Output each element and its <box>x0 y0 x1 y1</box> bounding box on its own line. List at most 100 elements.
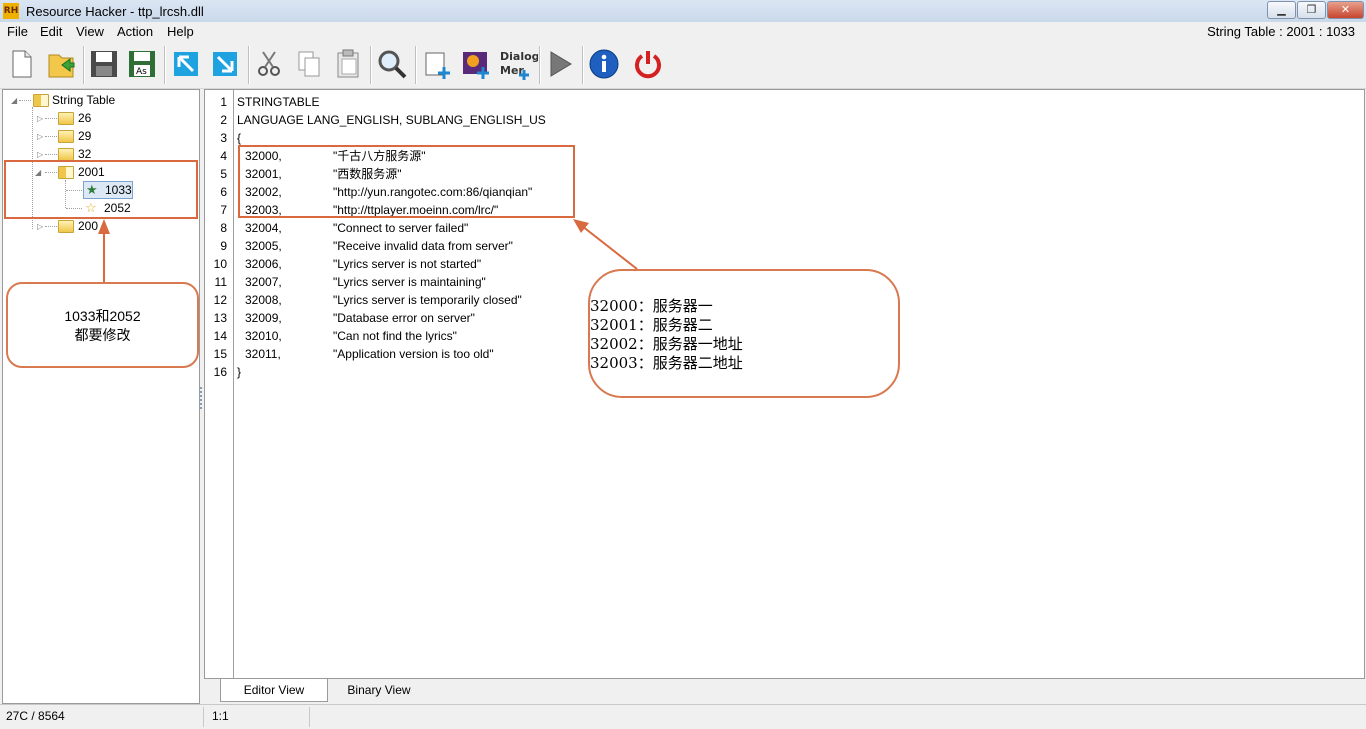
menu-edit[interactable]: Edit <box>40 24 62 39</box>
folder-open-icon <box>33 94 49 107</box>
new-button[interactable] <box>4 47 38 81</box>
line-number: 14 <box>213 329 227 343</box>
folder-icon <box>58 112 74 125</box>
line-number: 4 <box>220 149 227 163</box>
back-icon <box>174 52 198 76</box>
save-icon <box>91 51 117 77</box>
code-line: } <box>237 365 242 379</box>
string-value: "Connect to server failed" <box>333 221 469 235</box>
tree-item-26[interactable]: 26 <box>78 109 91 127</box>
callout-line: 都要修改 <box>74 327 131 343</box>
line-number: 6 <box>220 185 227 199</box>
line-number-gutter: 1 2 3 4 5 6 7 8 9 10 11 12 13 14 15 16 <box>205 90 234 678</box>
dialog-menu-button[interactable]: Dialog Mer <box>498 47 538 81</box>
line-number: 5 <box>220 167 227 181</box>
string-value: "Application version is too old" <box>333 347 494 361</box>
line-number: 15 <box>213 347 227 361</box>
power-icon <box>635 51 661 79</box>
info-button[interactable] <box>587 47 621 81</box>
callout-line: 32002：服务器一地址 <box>590 335 743 353</box>
expand-arrow-icon[interactable]: ▷ <box>37 132 43 141</box>
string-id: 32011, <box>245 347 281 361</box>
paste-icon <box>337 49 359 78</box>
info-icon <box>589 49 619 79</box>
save-as-button[interactable]: As <box>125 47 159 81</box>
find-button[interactable] <box>375 47 409 81</box>
expand-arrow-icon[interactable]: ▷ <box>37 222 43 231</box>
menu-view[interactable]: View <box>76 24 104 39</box>
callout-line: 32000：服务器一 <box>590 297 713 315</box>
add-resource-icon <box>425 52 450 79</box>
menu-help[interactable]: Help <box>167 24 194 39</box>
open-icon <box>48 54 75 78</box>
line-number: 12 <box>213 293 227 307</box>
forward-icon <box>213 52 237 76</box>
back-button[interactable] <box>169 47 203 81</box>
folder-icon <box>58 220 74 233</box>
paste-button[interactable] <box>331 47 365 81</box>
highlight-box-strings <box>238 145 575 218</box>
line-number: 13 <box>213 311 227 325</box>
string-id: 32007, <box>245 275 282 289</box>
string-id: 32010, <box>245 329 282 343</box>
tree-item-29[interactable]: 29 <box>78 127 91 145</box>
string-value: "Database error on server" <box>333 311 475 325</box>
tab-editor-view[interactable]: Editor View <box>220 679 328 702</box>
callout-line: 32001：服务器二 <box>590 316 713 334</box>
close-button[interactable]: ✕ <box>1327 1 1364 19</box>
resource-path-label: String Table : 2001 : 1033 <box>1207 24 1355 39</box>
tree-root-string-table[interactable]: String Table <box>52 91 115 109</box>
string-value: "Lyrics server is not started" <box>333 257 482 271</box>
save-as-icon: As <box>129 51 155 77</box>
add-resource-button[interactable] <box>420 47 454 81</box>
line-number: 8 <box>220 221 227 235</box>
copy-button[interactable] <box>292 47 326 81</box>
expand-arrow-icon[interactable]: ▷ <box>37 150 43 159</box>
expand-arrow-icon[interactable]: ▷ <box>37 114 43 123</box>
view-tabs: Editor View Binary View <box>204 679 1365 704</box>
string-id: 32006, <box>245 257 282 271</box>
maximize-button[interactable]: ❐ <box>1297 1 1326 19</box>
callout-strings-note: 32000：服务器一 32001：服务器二 32002：服务器一地址 32003… <box>588 269 900 398</box>
svg-text:As: As <box>136 67 147 77</box>
save-button[interactable] <box>87 47 121 81</box>
string-value: "Lyrics server is temporarily closed" <box>333 293 522 307</box>
line-number: 2 <box>220 113 227 127</box>
collapse-arrow-icon[interactable]: ◢ <box>11 96 17 105</box>
minimize-button[interactable]: ▁ <box>1267 1 1296 19</box>
toolbar: As Dialog Mer <box>0 42 1366 89</box>
string-value: "Receive invalid data from server" <box>333 239 513 253</box>
title-bar: RH Resource Hacker - ttp_lrcsh.dll ▁ ❐ ✕ <box>0 0 1366 22</box>
code-line: LANGUAGE LANG_ENGLISH, SUBLANG_ENGLISH_U… <box>237 113 546 127</box>
cut-button[interactable] <box>253 47 287 81</box>
folder-icon <box>58 130 74 143</box>
string-id: 32005, <box>245 239 282 253</box>
open-button[interactable] <box>44 47 78 81</box>
highlight-box-tree <box>4 160 198 219</box>
menu-action[interactable]: Action <box>117 24 153 39</box>
string-id: 32004, <box>245 221 282 235</box>
power-button[interactable] <box>631 47 665 81</box>
status-bar: 27C / 8564 1:1 <box>0 704 1366 729</box>
line-number: 3 <box>220 131 227 145</box>
line-number: 11 <box>214 275 227 289</box>
line-number: 1 <box>220 95 227 109</box>
app-icon: RH <box>3 3 19 19</box>
string-id: 32009, <box>245 311 282 325</box>
cut-icon <box>258 51 280 76</box>
add-image-button[interactable] <box>459 47 493 81</box>
window-title: Resource Hacker - ttp_lrcsh.dll <box>26 4 204 19</box>
forward-button[interactable] <box>208 47 242 81</box>
menu-file[interactable]: File <box>7 24 28 39</box>
find-icon <box>378 50 407 79</box>
tree-item-2002[interactable]: 200 <box>78 217 98 235</box>
string-value: "Can not find the lyrics" <box>333 329 457 343</box>
tab-binary-view[interactable]: Binary View <box>334 679 424 701</box>
add-image-icon <box>463 52 489 79</box>
copy-icon <box>298 51 320 77</box>
run-icon <box>550 51 572 77</box>
run-button[interactable] <box>543 47 577 81</box>
callout-tree-note: 1033和2052 都要修改 <box>6 282 199 368</box>
line-number: 16 <box>213 365 227 379</box>
code-line: STRINGTABLE <box>237 95 320 109</box>
